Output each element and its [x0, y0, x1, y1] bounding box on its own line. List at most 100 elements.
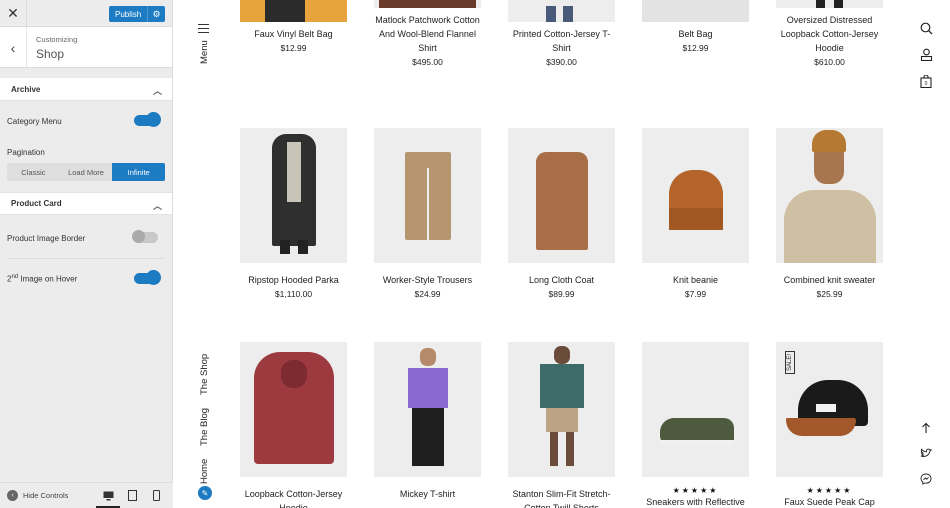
image-border-toggle[interactable]	[132, 230, 158, 243]
product-card[interactable]: Oversized Distressed Loopback Cotton-Jer…	[776, 0, 883, 69]
product-image[interactable]	[374, 0, 481, 8]
pagination-selector: Classic Load More Infinite	[7, 163, 165, 181]
product-name[interactable]: Faux Suede Peak Cap	[776, 495, 883, 508]
archive-group-header[interactable]: Archive ︿	[0, 78, 172, 101]
product-card[interactable]: Faux Vinyl Belt Bag $12.99	[240, 0, 347, 55]
product-card[interactable]: Loopback Cotton-Jersey Hoodie	[240, 342, 347, 508]
back-button[interactable]: ‹	[0, 27, 27, 68]
product-name[interactable]: Ripstop Hooded Parka	[240, 273, 347, 287]
product-card[interactable]: Printed Cotton-Jersey T-Shirt $390.00	[508, 0, 615, 69]
chevron-up-icon: ︿	[152, 201, 162, 211]
edit-pencil-icon[interactable]: ✎	[198, 486, 212, 500]
product-card[interactable]: Knit beanie $7.99	[642, 128, 749, 301]
product-price: $89.99	[548, 289, 575, 299]
messenger-icon[interactable]	[919, 472, 933, 486]
product-name[interactable]: Combined knit sweater	[776, 273, 883, 287]
product-card[interactable]: Combined knit sweater $25.99	[776, 128, 883, 301]
product-image[interactable]	[508, 0, 615, 22]
right-icon-rail: 0	[900, 0, 950, 508]
site-preview: Menu The Shop The Blog Home ✎ Faux Vinyl…	[173, 0, 950, 508]
user-icon[interactable]	[919, 47, 933, 61]
hide-controls-label: Hide Controls	[23, 491, 69, 500]
rating-stars: ★★★★★	[806, 486, 853, 495]
search-icon[interactable]	[919, 21, 933, 35]
sidebar-footer: ‹ Hide Controls	[0, 482, 173, 508]
product-price: $610.00	[814, 57, 845, 67]
nav-link-home[interactable]: Home	[199, 459, 210, 484]
tablet-preview-button[interactable]	[120, 483, 144, 508]
product-name[interactable]: Loopback Cotton-Jersey Hoodie	[240, 487, 347, 508]
close-icon: ✕	[7, 5, 19, 21]
product-price: $390.00	[546, 57, 577, 67]
collapse-icon: ‹	[7, 490, 18, 501]
desktop-preview-button[interactable]	[96, 483, 120, 508]
page-title: Shop	[36, 47, 65, 61]
product-card[interactable]: SALE! ★★★★★ Faux Suede Peak Cap	[776, 342, 883, 508]
product-name[interactable]: Long Cloth Coat	[508, 273, 615, 287]
breadcrumb: Customizing	[36, 35, 78, 44]
desktop-icon	[103, 491, 113, 500]
image-border-label: Product Image Border	[7, 233, 86, 243]
product-image[interactable]	[776, 0, 883, 8]
product-image[interactable]	[240, 0, 347, 22]
product-price: $12.99	[280, 43, 307, 53]
product-image[interactable]	[374, 342, 481, 477]
product-name[interactable]: Knit beanie	[642, 273, 749, 287]
cart-icon[interactable]: 0	[919, 74, 933, 88]
product-price: $24.99	[414, 289, 441, 299]
product-name[interactable]: Printed Cotton-Jersey T-Shirt	[508, 27, 615, 55]
product-image[interactable]	[776, 128, 883, 263]
hide-controls-button[interactable]: ‹ Hide Controls	[0, 490, 96, 501]
product-card[interactable]: ★★★★★ Sneakers with Reflective	[642, 342, 749, 508]
pagination-label: Pagination	[7, 148, 45, 157]
publish-button[interactable]: Publish ⚙	[109, 6, 165, 22]
product-card[interactable]: Long Cloth Coat $89.99	[508, 128, 615, 301]
hamburger-icon[interactable]	[198, 24, 209, 33]
customizer-sidebar: ✕ Publish ⚙ ‹ Customizing Shop Archive ︿…	[0, 0, 173, 508]
mobile-preview-button[interactable]	[144, 483, 168, 508]
product-name[interactable]: Matlock Patchwork Cotton And Wool-Blend …	[374, 13, 481, 55]
product-card[interactable]: Matlock Patchwork Cotton And Wool-Blend …	[374, 0, 481, 69]
product-card[interactable]: Mickey T-shirt	[374, 342, 481, 501]
product-price: $25.99	[816, 289, 843, 299]
product-image[interactable]: SALE!	[776, 342, 883, 477]
pagination-infinite-button[interactable]: Infinite	[112, 163, 165, 181]
menu-label[interactable]: Menu	[199, 40, 210, 64]
product-image[interactable]	[374, 128, 481, 263]
close-customizer-button[interactable]: ✕	[0, 0, 27, 27]
sidebar-topbar: ✕ Publish ⚙	[0, 0, 172, 27]
product-name[interactable]: Mickey T-shirt	[374, 487, 481, 501]
product-image[interactable]	[642, 0, 749, 22]
product-price: $12.99	[682, 43, 709, 53]
archive-heading: Archive	[11, 84, 41, 94]
product-image[interactable]	[508, 128, 615, 263]
product-name[interactable]: Faux Vinyl Belt Bag	[240, 27, 347, 41]
product-name[interactable]: Belt Bag	[642, 27, 749, 41]
product-card[interactable]: Belt Bag $12.99	[642, 0, 749, 55]
product-image[interactable]	[642, 128, 749, 263]
section-header: ‹ Customizing Shop	[0, 27, 172, 68]
arrow-up-icon[interactable]	[919, 421, 933, 435]
nav-link-blog[interactable]: The Blog	[199, 408, 210, 446]
product-image[interactable]	[240, 342, 347, 477]
product-card[interactable]: Ripstop Hooded Parka $1,110.00	[240, 128, 347, 301]
product-card-heading: Product Card	[11, 199, 62, 208]
second-image-toggle[interactable]	[134, 271, 160, 284]
pagination-load-more-button[interactable]: Load More	[60, 163, 113, 181]
product-card[interactable]: Stanton Slim-Fit Stretch-Cotton Twill Sh…	[508, 342, 615, 508]
product-image[interactable]	[240, 128, 347, 263]
product-card[interactable]: Worker-Style Trousers $24.99	[374, 128, 481, 301]
twitter-icon[interactable]	[919, 446, 933, 460]
product-name[interactable]: Oversized Distressed Loopback Cotton-Jer…	[776, 13, 883, 55]
product-image[interactable]	[508, 342, 615, 477]
product-name[interactable]: Sneakers with Reflective	[642, 495, 749, 508]
gear-icon[interactable]: ⚙	[147, 6, 165, 22]
product-name[interactable]: Worker-Style Trousers	[374, 273, 481, 287]
product-card-group-header[interactable]: Product Card ︿	[0, 192, 172, 215]
product-price: $7.99	[684, 289, 707, 299]
pagination-classic-button[interactable]: Classic	[7, 163, 60, 181]
nav-link-shop[interactable]: The Shop	[199, 354, 210, 395]
product-image[interactable]	[642, 342, 749, 477]
category-menu-toggle[interactable]	[134, 113, 160, 126]
product-name[interactable]: Stanton Slim-Fit Stretch-Cotton Twill Sh…	[508, 487, 615, 508]
